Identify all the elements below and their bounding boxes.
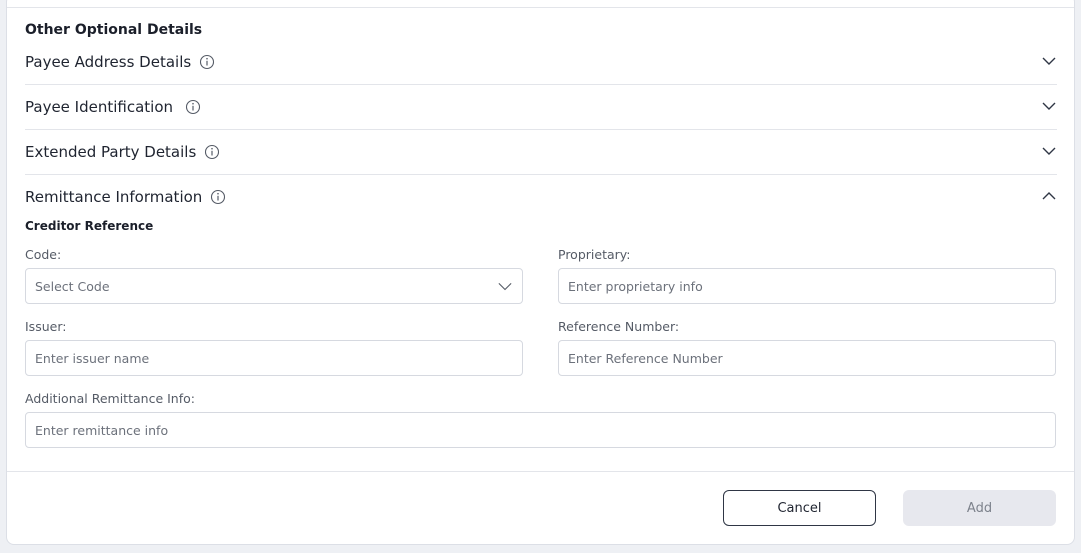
proprietary-label: Proprietary: bbox=[558, 247, 631, 262]
accordion-label: Extended Party Details bbox=[25, 143, 197, 161]
accordion-label: Payee Identification bbox=[25, 98, 174, 116]
accordion-label: Payee Address Details bbox=[25, 53, 192, 71]
top-divider bbox=[7, 7, 1074, 8]
code-label: Code: bbox=[25, 247, 62, 262]
code-select[interactable]: Select Code bbox=[25, 268, 523, 304]
code-select-value: Select Code bbox=[35, 278, 110, 294]
reference-number-input[interactable] bbox=[558, 340, 1056, 376]
chevron-up-icon[interactable] bbox=[1041, 188, 1057, 204]
chevron-down-icon[interactable] bbox=[1041, 98, 1057, 114]
accordion-payee-identification[interactable]: Payee Identification bbox=[25, 84, 1057, 130]
proprietary-input[interactable] bbox=[558, 268, 1056, 304]
additional-remittance-input[interactable] bbox=[25, 412, 1056, 448]
issuer-input[interactable] bbox=[25, 340, 523, 376]
reference-number-label: Reference Number: bbox=[558, 319, 680, 334]
cancel-button[interactable]: Cancel bbox=[723, 490, 876, 526]
accordion-extended-party[interactable]: Extended Party Details bbox=[25, 129, 1057, 175]
optional-details-panel: Other Optional Details Payee Address Det… bbox=[6, 0, 1075, 545]
creditor-reference-heading: Creditor Reference bbox=[25, 219, 154, 233]
accordion-payee-address[interactable]: Payee Address Details bbox=[25, 39, 1057, 85]
chevron-down-icon[interactable] bbox=[1041, 53, 1057, 69]
info-icon[interactable] bbox=[199, 54, 215, 70]
info-icon[interactable] bbox=[204, 144, 220, 160]
info-icon[interactable] bbox=[185, 99, 201, 115]
accordion-remittance-information[interactable]: Remittance Information bbox=[25, 174, 1057, 219]
chevron-down-icon[interactable] bbox=[1041, 143, 1057, 159]
additional-remittance-label: Additional Remittance Info: bbox=[25, 391, 195, 406]
info-icon[interactable] bbox=[210, 189, 226, 205]
section-title: Other Optional Details bbox=[25, 22, 203, 38]
footer-divider bbox=[7, 471, 1074, 472]
add-button[interactable]: Add bbox=[903, 490, 1056, 526]
issuer-label: Issuer: bbox=[25, 319, 67, 334]
accordion-label: Remittance Information bbox=[25, 188, 203, 206]
chevron-down-icon bbox=[498, 282, 512, 291]
